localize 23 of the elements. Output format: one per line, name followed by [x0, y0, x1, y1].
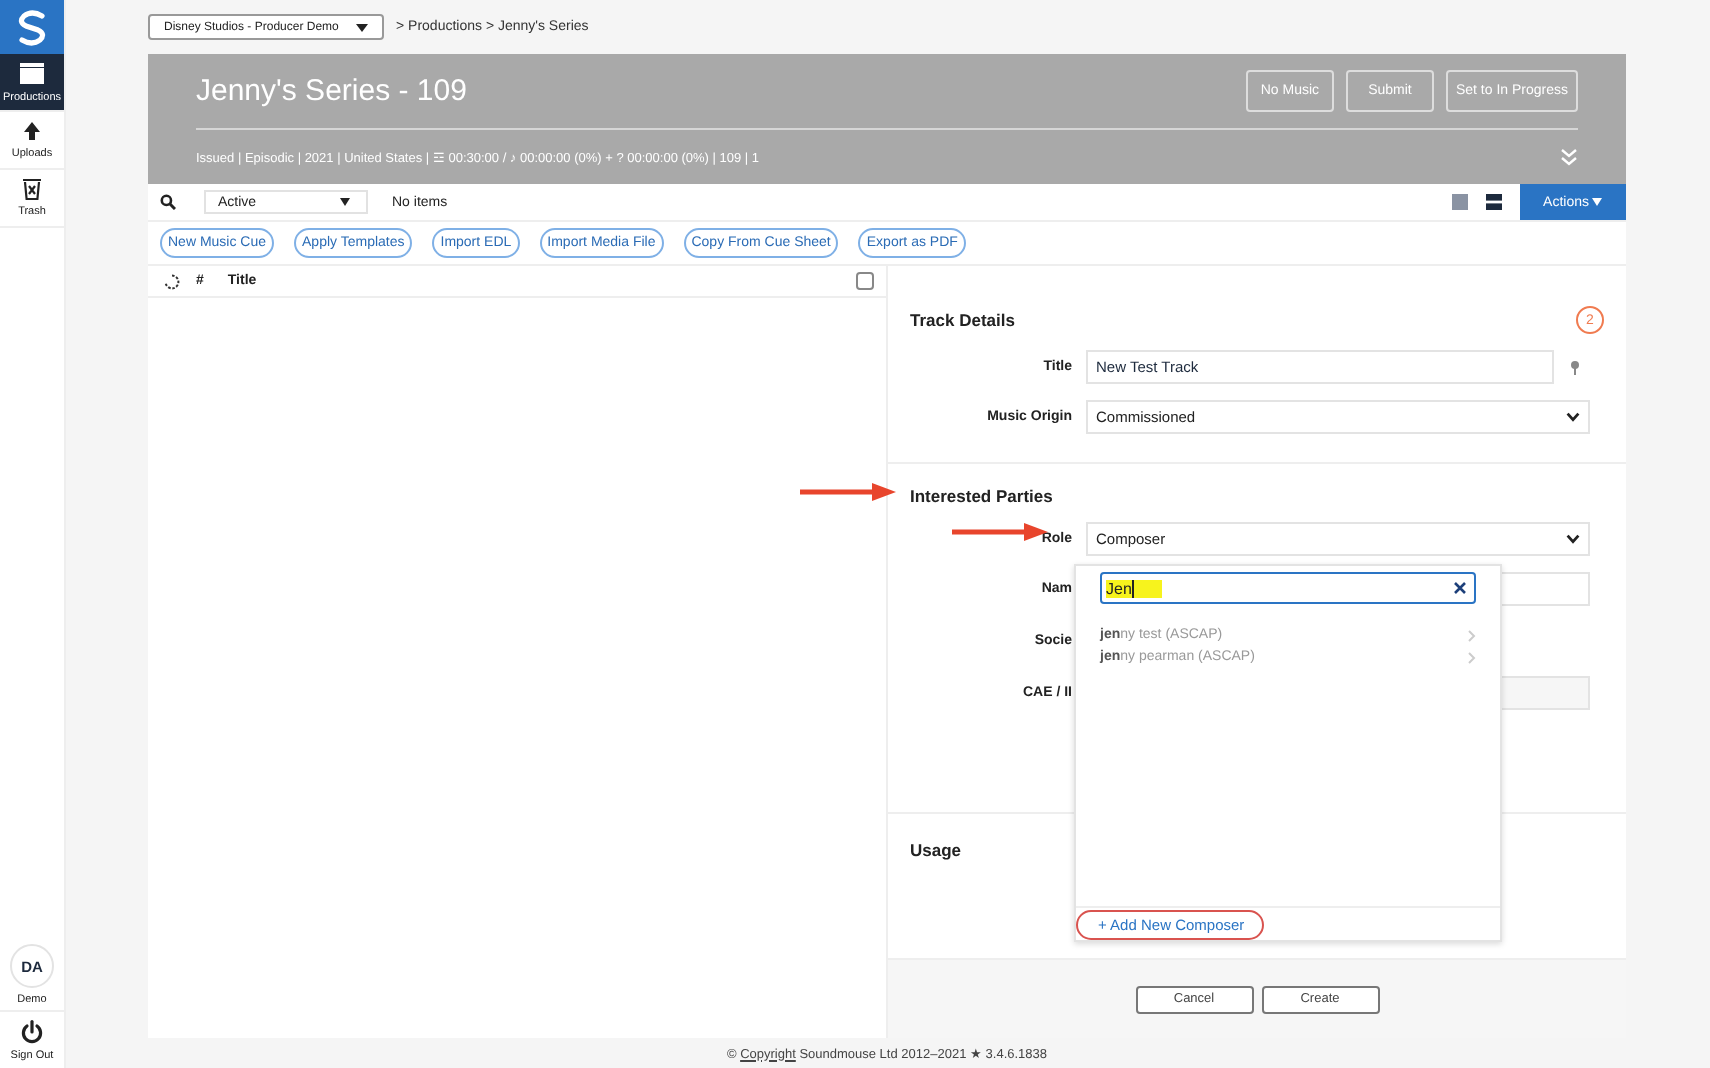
caret-icon [356, 23, 368, 31]
expand-icon[interactable] [1560, 148, 1578, 166]
clear-icon[interactable] [1454, 582, 1466, 594]
spinner-icon [164, 273, 180, 289]
section-heading: Track Details [910, 310, 1015, 330]
chevron-down-icon [1566, 534, 1580, 544]
production-title: Jenny's Series - 109 [196, 74, 467, 108]
search-icon[interactable] [160, 194, 176, 210]
power-icon [20, 1019, 44, 1043]
chevron-down-icon [1566, 412, 1580, 422]
arrow-icon [800, 482, 896, 502]
caret-icon [1592, 197, 1603, 205]
logo-icon [14, 9, 50, 45]
pin-icon[interactable] [1570, 359, 1580, 375]
section-heading: Usage [910, 840, 964, 860]
trash-icon [22, 178, 42, 200]
clapperboard-icon [18, 61, 46, 85]
section-heading: Interested Parties [910, 486, 1055, 506]
select-all-checkbox[interactable] [856, 272, 874, 290]
composer-search-field[interactable]: Jen [1100, 572, 1476, 604]
upload-icon [22, 121, 42, 141]
list-view-icon[interactable] [1486, 194, 1502, 210]
caret-icon [340, 198, 350, 206]
